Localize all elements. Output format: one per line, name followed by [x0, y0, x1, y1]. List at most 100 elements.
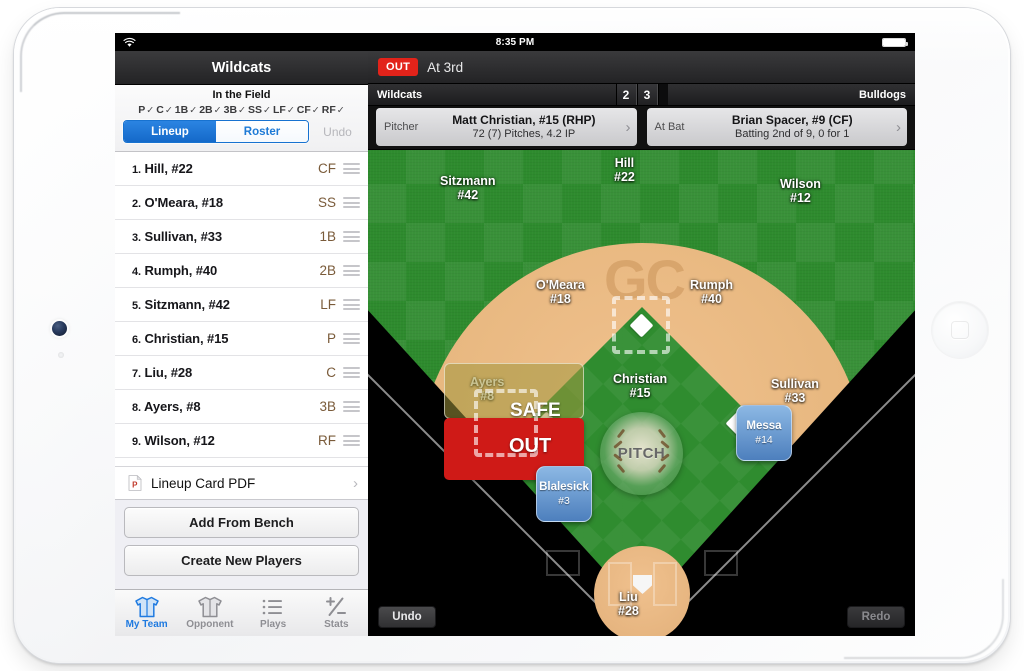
tab-my-team[interactable]: My Team — [115, 590, 178, 636]
lineup-card-pdf-row[interactable]: P Lineup Card PDF › — [115, 466, 368, 500]
segment-roster[interactable]: Roster — [216, 121, 308, 142]
player-cards-row: Pitcher Matt Christian, #15 (RHP) 72 (7)… — [368, 106, 915, 149]
field-position-1b: 1B ✓ — [174, 104, 198, 116]
sidebar: Wildcats In the Field P ✓ C ✓ 1B ✓ 2B ✓ 3B ✓ SS ✓ LF… — [115, 51, 368, 636]
status-badge: OUT — [378, 58, 419, 76]
coach-box-right — [704, 550, 738, 576]
lineup-row-name: 9. Wilson, #12 — [132, 433, 215, 448]
lineup-row-position: SS — [317, 195, 336, 210]
scoreboard: Wildcats 2 3 Bulldogs — [368, 84, 915, 106]
safe-label: SAFE — [510, 400, 561, 421]
pitch-button[interactable]: PITCH — [600, 412, 683, 495]
lineup-row-name: 6. Christian, #15 — [132, 331, 229, 346]
drag-handle-icon[interactable] — [343, 333, 360, 344]
fielder-label-cf[interactable]: Hill #22 — [614, 156, 635, 184]
lineup-row[interactable]: 2. O'Meara, #18 SS — [115, 186, 368, 220]
field-position-rf: RF ✓ — [321, 104, 345, 116]
lineup-row-name: 2. O'Meara, #18 — [132, 195, 223, 210]
tab-stats-label: Stats — [324, 619, 349, 630]
fielder-label-1b[interactable]: Sullivan #33 — [771, 377, 819, 405]
tab-plays[interactable]: Plays — [242, 590, 305, 636]
at-bat-card-detail: Batting 2nd of 9, 0 for 1 — [735, 127, 850, 140]
lineup-row[interactable]: 3. Sullivan, #33 1B — [115, 220, 368, 254]
lineup-roster-segmented-control[interactable]: Lineup Roster — [123, 120, 309, 143]
field-position-2b: 2B ✓ — [199, 104, 222, 116]
runner-chip[interactable]: Blalesick #3 — [536, 466, 592, 522]
lineup-row-name: 1. Hill, #22 — [132, 161, 193, 176]
tab-plays-label: Plays — [260, 619, 287, 630]
field-position-lf: LF ✓ — [273, 104, 295, 116]
in-the-field-heading: In the Field — [212, 89, 271, 101]
tab-stats[interactable]: Stats — [305, 590, 368, 636]
fielder-label-ss[interactable]: O'Meara #18 — [536, 278, 585, 306]
lineup-row[interactable]: 8. Ayers, #8 3B — [115, 390, 368, 424]
drag-handle-icon[interactable] — [343, 197, 360, 208]
lineup-row-position: 3B — [319, 399, 336, 414]
segment-lineup[interactable]: Lineup — [124, 121, 216, 142]
pitch-button-label: PITCH — [617, 445, 666, 462]
drag-handle-icon[interactable] — [343, 231, 360, 242]
field-position-ss: SS ✓ — [248, 104, 271, 116]
lineup-list[interactable]: 1. Hill, #22 CF 2. O'Meara, #18 SS 3. Sulliv… — [115, 152, 368, 466]
scoreboard-home-team: Wildcats — [377, 88, 423, 101]
chevron-right-icon: › — [353, 474, 358, 492]
lineup-row[interactable]: 9. Wilson, #12 RF — [115, 424, 368, 458]
chevron-right-icon: › — [896, 118, 901, 136]
sidebar-undo-button[interactable]: Undo — [315, 125, 360, 139]
batters-box-right — [653, 562, 677, 606]
svg-text:P: P — [132, 480, 138, 489]
home-button[interactable] — [932, 302, 988, 358]
scoreboard-divider — [657, 84, 668, 105]
fielder-label-c[interactable]: Liu #28 — [618, 590, 639, 618]
field-position-3b: 3B ✓ — [223, 104, 247, 116]
add-from-bench-button[interactable]: Add From Bench — [124, 507, 359, 538]
create-new-players-button[interactable]: Create New Players — [124, 545, 359, 576]
at-bat-card-label: At Bat — [654, 121, 685, 133]
wifi-icon — [123, 37, 136, 47]
coach-box-left — [546, 550, 580, 576]
lineup-row-position: 2B — [319, 263, 336, 278]
lineup-row-position: LF — [320, 297, 336, 312]
status-bar: 8:35 PM — [115, 33, 915, 51]
lineup-row[interactable]: 5. Sitzmann, #42 LF — [115, 288, 368, 322]
lineup-row[interactable]: 1. Hill, #22 CF — [115, 152, 368, 186]
drag-handle-icon[interactable] — [343, 163, 360, 174]
lineup-row-name: 3. Sullivan, #33 — [132, 229, 222, 244]
in-the-field-panel: In the Field P ✓ C ✓ 1B ✓ 2B ✓ 3B ✓ SS ✓ LF ✓ CF ✓ RF ✓ L… — [115, 85, 368, 152]
tab-opponent[interactable]: Opponent — [178, 590, 241, 636]
sidebar-team-title: Wildcats — [115, 51, 368, 85]
plus-minus-icon — [326, 597, 347, 616]
fielder-label-2b[interactable]: Rumph #40 — [690, 278, 733, 306]
jersey-outline-icon — [198, 596, 222, 618]
drag-handle-icon[interactable] — [343, 401, 360, 412]
pitcher-card-detail: 72 (7) Pitches, 4.2 IP — [472, 127, 576, 140]
status-bar-time: 8:35 PM — [495, 36, 535, 48]
main-panel: OUT At 3rd Wildcats 2 3 Bulldogs Pitcher… — [368, 51, 915, 636]
ipad-screen: 8:35 PM Wildcats In the Field P ✓ C ✓ 1B ✓ 2B ✓… — [115, 33, 915, 636]
drag-handle-icon[interactable] — [343, 299, 360, 310]
pitcher-card[interactable]: Pitcher Matt Christian, #15 (RHP) 72 (7)… — [376, 108, 637, 146]
runner-chip[interactable]: Messa #14 — [736, 405, 792, 461]
drag-handle-icon[interactable] — [343, 367, 360, 378]
fielder-label-rf[interactable]: Wilson #12 — [780, 177, 821, 205]
lineup-row-name: 4. Rumph, #40 — [132, 263, 218, 278]
tab-bar: My Team Opponent Plays Stats — [115, 589, 368, 636]
baseball-field[interactable]: GC PITCH Sitzmann #42 Hill #22 Wilson #1… — [368, 150, 915, 636]
lineup-row-name: 7. Liu, #28 — [132, 365, 193, 380]
field-position-cf: CF ✓ — [296, 104, 320, 116]
tab-opponent-label: Opponent — [186, 619, 234, 630]
drag-handle-icon[interactable] — [343, 435, 360, 446]
field-position-c: C ✓ — [156, 104, 173, 116]
scoreboard-home-score: 2 — [615, 84, 637, 105]
home-button-square-icon — [951, 321, 969, 339]
lineup-row[interactable]: 7. Liu, #28 C — [115, 356, 368, 390]
fielder-label-p[interactable]: Christian #15 — [613, 372, 667, 400]
scoreboard-away-team: Bulldogs — [858, 88, 906, 101]
lineup-row[interactable]: 4. Rumph, #40 2B — [115, 254, 368, 288]
at-bat-card[interactable]: At Bat Brian Spacer, #9 (CF) Batting 2nd… — [646, 108, 907, 146]
chevron-right-icon: › — [625, 118, 631, 136]
drag-handle-icon[interactable] — [343, 265, 360, 276]
lineup-row[interactable]: 6. Christian, #15 P — [115, 322, 368, 356]
fielder-label-lf[interactable]: Sitzmann #42 — [440, 174, 496, 202]
lineup-row-position: C — [326, 365, 336, 380]
